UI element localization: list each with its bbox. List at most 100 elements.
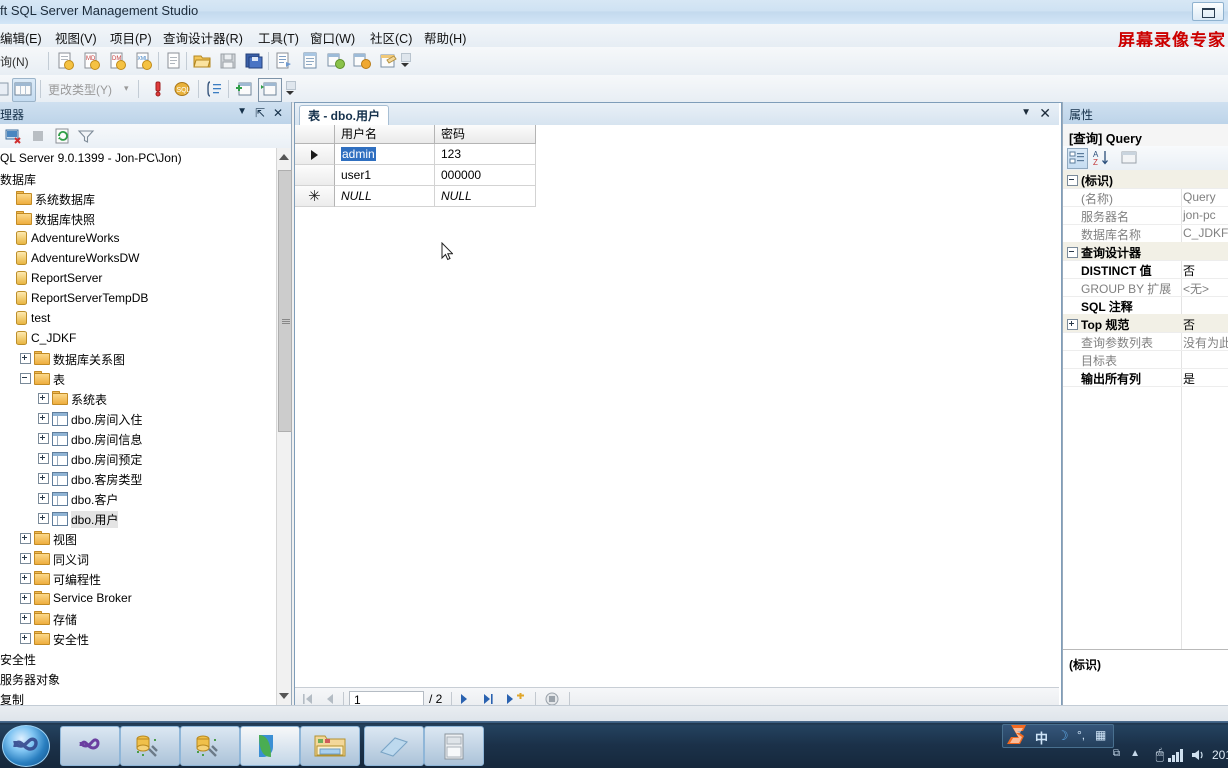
menu-item-7[interactable]: 帮助(H): [424, 28, 466, 47]
property-row-4[interactable]: 查询设计器: [1063, 242, 1228, 261]
nav-next-icon[interactable]: [457, 692, 472, 706]
expand-icon[interactable]: [38, 513, 49, 524]
expand-icon[interactable]: [38, 413, 49, 424]
expand-icon[interactable]: [20, 593, 31, 604]
disconnect-icon[interactable]: [4, 126, 24, 146]
scroll-up-arrow[interactable]: [279, 154, 289, 160]
collapse-icon[interactable]: [1067, 247, 1078, 258]
property-row-8[interactable]: Top 规范 否: [1063, 314, 1228, 333]
property-value[interactable]: 是: [1183, 370, 1195, 387]
menu-item-1[interactable]: 视图(V): [55, 28, 97, 47]
signal-icon[interactable]: [1168, 748, 1186, 765]
new-file-icon[interactable]: [164, 51, 184, 71]
object-explorer-details-icon[interactable]: [326, 51, 346, 71]
script-icon[interactable]: [274, 51, 294, 71]
expand-icon[interactable]: [20, 633, 31, 644]
diagram-pane-icon[interactable]: [0, 79, 12, 99]
property-row-0[interactable]: (标识): [1063, 170, 1228, 189]
pin-icon[interactable]: ⇱: [255, 106, 265, 120]
row-marker-2[interactable]: [295, 165, 335, 186]
property-value[interactable]: Query: [1183, 190, 1216, 204]
nav-stop-icon[interactable]: [543, 692, 561, 706]
property-row-11[interactable]: 输出所有列 是: [1063, 368, 1228, 387]
menu-item-4[interactable]: 工具(T): [258, 28, 299, 47]
taskbar-item-sql-configuration[interactable]: [120, 726, 180, 766]
object-explorer-scrollbar[interactable]: [276, 148, 292, 705]
cell-username-1[interactable]: admin: [335, 144, 435, 165]
expand-icon[interactable]: [20, 573, 31, 584]
ime-mode-label[interactable]: 中: [1035, 728, 1048, 747]
new-query-label[interactable]: 询(N): [0, 53, 29, 70]
column-header-username[interactable]: 用户名: [335, 125, 435, 144]
nav-prev-icon[interactable]: [323, 692, 338, 706]
new-mdx-query-icon[interactable]: MD: [82, 51, 102, 71]
tab-table-dbo-user[interactable]: 表 - dbo.用户: [299, 105, 389, 126]
row-marker-new[interactable]: ✳: [295, 186, 335, 207]
restore-window-button[interactable]: [1192, 2, 1224, 21]
nav-first-icon[interactable]: [301, 692, 316, 706]
object-explorer-tree[interactable]: QL Server 9.0.1399 - Jon-PC\Jon) 数据库 系统数据库…: [0, 148, 277, 705]
expand-icon[interactable]: [38, 393, 49, 404]
show-hidden-icon[interactable]: ⧉: [1113, 748, 1120, 759]
change-type-chevron-icon[interactable]: ▾: [124, 83, 129, 94]
expand-icon[interactable]: [20, 553, 31, 564]
alphabetical-icon[interactable]: AZ: [1091, 148, 1111, 168]
column-header-password[interactable]: 密码: [435, 125, 536, 144]
properties-window-icon[interactable]: [378, 51, 398, 71]
taskbar-item-visual-studio[interactable]: [60, 726, 120, 766]
volume-icon[interactable]: [1190, 748, 1208, 765]
new-query-icon[interactable]: [56, 51, 76, 71]
save-all-icon[interactable]: [244, 51, 264, 71]
toolbar-overflow-icon[interactable]: [285, 79, 296, 99]
taskbar-item-folder-explorer[interactable]: [300, 726, 360, 766]
property-value[interactable]: jon-pc: [1183, 208, 1216, 222]
new-dmx-query-icon[interactable]: DM: [108, 51, 128, 71]
menu-item-0[interactable]: 编辑(E): [0, 28, 42, 47]
save-icon[interactable]: [218, 51, 238, 71]
data-grid[interactable]: 用户名 密码 admin 123 user1 000000 ✳ NULL NUL…: [295, 125, 1059, 688]
toolbar-overflow-icon[interactable]: [400, 51, 411, 71]
expand-icon[interactable]: [1067, 319, 1078, 330]
property-value[interactable]: 否: [1183, 316, 1195, 333]
cell-password-3[interactable]: NULL: [435, 186, 536, 207]
chevron-down-icon[interactable]: ▼: [1021, 106, 1031, 120]
cell-password-1[interactable]: 123: [435, 144, 536, 165]
expand-icon[interactable]: [20, 613, 31, 624]
menu-item-6[interactable]: 社区(C): [370, 28, 412, 47]
change-type-label[interactable]: 更改类型(Y): [48, 81, 112, 98]
property-row-6[interactable]: GROUP BY 扩展 <无>: [1063, 278, 1228, 297]
stop-icon[interactable]: [28, 126, 48, 146]
report-icon[interactable]: [300, 51, 320, 71]
collapse-icon[interactable]: [20, 373, 31, 384]
taskbar-item-book[interactable]: [364, 726, 424, 766]
property-row-2[interactable]: 服务器名 jon-pc: [1063, 206, 1228, 225]
refresh-icon[interactable]: [52, 126, 72, 146]
nav-new-record-icon[interactable]: [505, 692, 527, 706]
close-icon[interactable]: ✕: [273, 106, 283, 120]
row-marker-current[interactable]: [295, 144, 335, 165]
moon-icon[interactable]: ☽: [1057, 728, 1069, 744]
keyboard-icon[interactable]: ▦: [1095, 728, 1106, 742]
expand-icon[interactable]: [20, 533, 31, 544]
categorized-icon[interactable]: [1067, 148, 1088, 169]
property-row-1[interactable]: (名称) Query: [1063, 188, 1228, 207]
add-table-icon[interactable]: [234, 79, 254, 99]
menu-item-2[interactable]: 项目(P): [110, 28, 152, 47]
ime-bar[interactable]: 中 ☽ °, ▦: [1002, 724, 1114, 748]
verify-sql-icon[interactable]: SQL: [172, 79, 192, 99]
sogou-logo-icon[interactable]: [1005, 721, 1031, 747]
property-row-5[interactable]: DISTINCT 值 否: [1063, 260, 1228, 279]
property-row-7[interactable]: SQL 注释: [1063, 296, 1228, 315]
property-pages-icon[interactable]: [1119, 148, 1139, 168]
open-file-icon[interactable]: [192, 51, 212, 71]
action-center-icon[interactable]: ▲: [1130, 748, 1140, 759]
expand-icon[interactable]: [20, 353, 31, 364]
new-xmla-query-icon[interactable]: XML: [134, 51, 154, 71]
cell-username-3[interactable]: NULL: [335, 186, 435, 207]
chevron-down-icon[interactable]: ▼: [237, 106, 247, 117]
expand-icon[interactable]: [38, 493, 49, 504]
property-row-10[interactable]: 目标表: [1063, 350, 1228, 369]
expand-icon[interactable]: [38, 453, 49, 464]
expand-icon[interactable]: [38, 473, 49, 484]
taskbar-item-sql-configuration-2[interactable]: [180, 726, 240, 766]
